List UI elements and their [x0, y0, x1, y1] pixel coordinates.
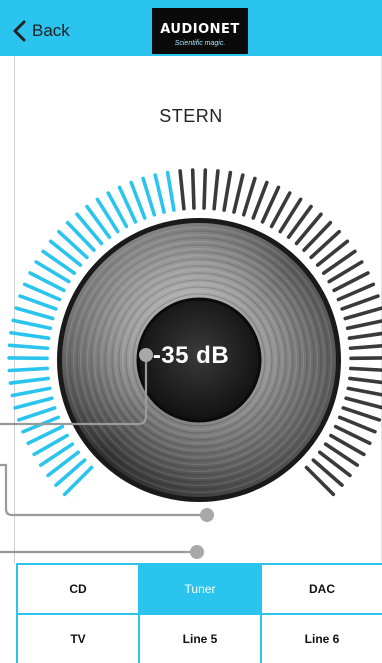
source-button-tv[interactable]: TV — [18, 615, 140, 663]
back-button[interactable]: Back — [12, 18, 70, 44]
device-name: STERN — [159, 106, 223, 126]
volume-tick — [10, 386, 52, 398]
source-selector: CD Tuner DAC TV Line 5 Line 6 — [16, 563, 382, 663]
volume-tick — [16, 406, 57, 422]
volume-tick — [348, 376, 382, 385]
volume-tick — [232, 173, 245, 214]
volume-tick — [141, 176, 157, 217]
top-bar: Back AUDIONET Scientific magic. — [0, 0, 382, 56]
source-button-line-6[interactable]: Line 6 — [262, 615, 382, 663]
volume-tick — [190, 168, 196, 210]
volume-tick — [7, 366, 50, 373]
volume-tick — [345, 319, 382, 331]
volume-tick — [346, 386, 382, 397]
source-button-dac[interactable]: DAC — [262, 565, 382, 615]
volume-tick — [202, 168, 208, 210]
volume-tick — [13, 396, 54, 410]
brand-logo: AUDIONET Scientific magic. — [152, 8, 248, 54]
volume-tick — [7, 343, 50, 351]
source-button-line-5[interactable]: Line 5 — [140, 615, 262, 663]
volume-tick — [348, 366, 382, 372]
volume-tick — [18, 294, 58, 311]
volume-tick — [153, 173, 166, 214]
volume-tick — [129, 180, 147, 220]
source-button-cd[interactable]: CD — [18, 565, 140, 615]
volume-tick — [62, 465, 94, 497]
chevron-left-icon — [13, 20, 26, 42]
volume-readout: -35 dB — [152, 342, 230, 369]
connector-dot — [190, 545, 204, 559]
source-button-tuner[interactable]: Tuner — [140, 565, 262, 615]
volume-tick — [348, 343, 382, 351]
volume-tick — [241, 176, 257, 217]
volume-tick — [14, 306, 55, 321]
volume-tick — [251, 180, 269, 220]
logo-tagline: Scientific magic. — [174, 40, 226, 47]
volume-tick — [222, 170, 233, 212]
back-label: Back — [32, 21, 70, 40]
volume-tick — [341, 406, 382, 422]
logo-wordmark: AUDIONET — [160, 22, 240, 37]
volume-tick — [347, 331, 382, 341]
volume-tick — [11, 318, 53, 331]
volume-tick — [343, 306, 382, 321]
volume-tick — [9, 330, 51, 341]
volume-tick — [212, 169, 220, 211]
volume-tick — [302, 220, 333, 252]
connector-dot — [200, 508, 214, 522]
volume-tick — [65, 220, 96, 252]
volume-tick — [165, 170, 176, 212]
volume-tick — [178, 169, 186, 211]
volume-tick — [340, 294, 380, 311]
volume-tick — [344, 396, 382, 410]
volume-tick — [8, 376, 50, 385]
volume-tick — [304, 465, 336, 497]
